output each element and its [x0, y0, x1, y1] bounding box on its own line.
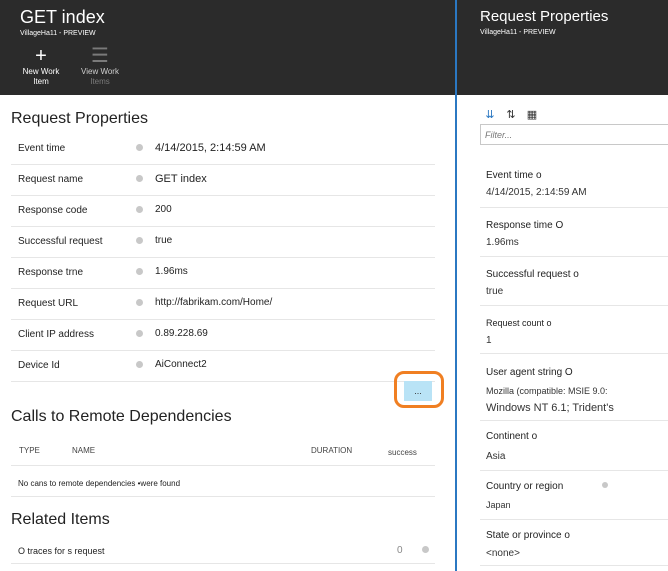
property-country: Country or region Japan	[480, 471, 668, 520]
property-key: Successful request o	[486, 269, 579, 280]
property-label: Device Id	[18, 360, 60, 371]
related-items-heading: Related Items	[11, 511, 110, 528]
property-value: 4/14/2015, 2:14:59 AM	[155, 142, 266, 154]
property-request-count: Request count o 1	[480, 306, 668, 354]
property-key: Request count o	[486, 318, 552, 328]
info-icon[interactable]	[136, 361, 143, 368]
info-icon[interactable]	[136, 237, 143, 244]
view-work-items-label: View Work	[81, 67, 119, 76]
blade-title: GET index	[20, 7, 105, 27]
property-value: 1.96ms	[486, 237, 519, 248]
property-key: Response time O	[486, 220, 564, 231]
property-key: Country or region	[486, 481, 564, 492]
property-value: http://fabrikam.com/Home/	[155, 297, 273, 308]
filter-input[interactable]: Filter...	[480, 124, 668, 145]
blade-title: Request Properties	[480, 8, 609, 25]
property-value: 1	[486, 335, 492, 346]
property-label: Client IP address	[18, 329, 94, 340]
related-count: 0	[397, 545, 403, 556]
property-row-response-time: Response trne 1.96ms	[11, 258, 435, 289]
property-row-device-id: Device Id AiConnect2	[11, 351, 435, 382]
property-value: Japan	[486, 500, 511, 510]
sort-icon[interactable]: ⇅	[504, 108, 518, 122]
property-key: Event time o	[486, 170, 542, 181]
property-row-client-ip: Client IP address 0.89.228.69	[11, 320, 435, 351]
info-icon[interactable]	[602, 482, 608, 488]
property-label: Request name	[18, 174, 84, 185]
info-icon[interactable]	[422, 546, 429, 553]
property-value: true	[155, 235, 173, 246]
property-user-agent: User agent string O Mozilla (compatible:…	[480, 354, 668, 421]
info-icon[interactable]	[136, 268, 143, 275]
property-key: User agent string O	[486, 367, 573, 378]
column-type[interactable]: TYPE	[19, 446, 40, 455]
info-icon[interactable]	[136, 330, 143, 337]
info-icon[interactable]	[136, 299, 143, 306]
new-work-item-label: New Work	[22, 67, 60, 76]
property-value: AiConnect2	[155, 359, 207, 370]
blade-header: GET index VillageHa11 - PREVIEW + New Wo…	[0, 0, 455, 95]
property-label: Event time	[18, 143, 66, 154]
column-success[interactable]: success	[388, 448, 417, 457]
property-value: 1.96ms	[155, 266, 188, 277]
property-value: 200	[155, 204, 172, 215]
property-row-event-time: Event time 4/14/2015, 2:14:59 AM	[11, 134, 435, 165]
view-work-items-label-2: Items	[90, 77, 110, 86]
property-value: GET index	[155, 173, 207, 185]
new-work-item-button[interactable]: + New Work Item	[16, 45, 66, 87]
column-duration[interactable]: DURATION	[311, 446, 352, 455]
info-icon[interactable]	[136, 206, 143, 213]
property-value: true	[486, 286, 504, 297]
property-key: State or province o	[486, 530, 570, 541]
dependencies-table-header: TYPE NAME DURATION success	[11, 440, 435, 466]
property-value-line2: Windows NT 6.1; Trident's	[486, 402, 614, 414]
property-label: Response trne	[18, 267, 84, 278]
info-icon[interactable]	[136, 175, 143, 182]
property-value: 0.89.228.69	[155, 328, 208, 339]
property-value: Mozilla (compatible: MSIE 9.0:	[486, 386, 608, 396]
property-value: Asia	[486, 451, 506, 462]
property-row-request-url: Request URL http://fabrikam.com/Home/	[11, 289, 435, 320]
blade-subtitle: VillageHa11 - PREVIEW	[480, 29, 556, 36]
property-label: Response code	[18, 205, 88, 216]
more-properties-button[interactable]: ...	[404, 381, 432, 401]
request-properties-blade: Request Properties VillageHa11 - PREVIEW…	[457, 0, 668, 571]
property-continent: Continent o Asia	[480, 421, 668, 471]
request-properties-heading: Request Properties	[11, 110, 148, 127]
related-label: O traces for s request	[18, 546, 105, 556]
property-response-time: Response time O 1.96ms	[480, 208, 668, 257]
column-name[interactable]: NAME	[72, 446, 95, 455]
new-work-item-label-2: Item	[33, 77, 49, 86]
request-blade: GET index VillageHa11 - PREVIEW + New Wo…	[0, 0, 455, 571]
dependencies-empty-row: No cans to remote dependencies •were fou…	[11, 468, 435, 497]
property-value: <none>	[486, 548, 520, 559]
property-state: State or province o <none>	[480, 520, 668, 566]
remote-dependencies-heading: Calls to Remote Dependencies	[11, 408, 232, 425]
property-value: 4/14/2015, 2:14:59 AM	[486, 187, 587, 198]
related-traces-row[interactable]: O traces for s request 0	[11, 538, 435, 564]
property-label: Request URL	[18, 298, 79, 309]
property-row-response-code: Response code 200	[11, 196, 435, 227]
property-key: Continent o	[486, 431, 538, 442]
plus-icon: +	[35, 45, 47, 67]
list-icon: ☰	[91, 45, 109, 67]
blade-subtitle: VillageHa11 - PREVIEW	[20, 30, 96, 37]
grid-icon[interactable]: ▦	[525, 108, 539, 122]
view-work-items-button[interactable]: ☰ View Work Items	[75, 45, 125, 87]
property-successful-request: Successful request o true	[480, 257, 668, 306]
property-row-successful-request: Successful request true	[11, 227, 435, 258]
blade-header: Request Properties VillageHa11 - PREVIEW	[457, 0, 668, 95]
property-event-time: Event time o 4/14/2015, 2:14:59 AM	[480, 160, 668, 208]
property-label: Successful request	[18, 236, 103, 247]
empty-message: No cans to remote dependencies •were fou…	[18, 479, 181, 488]
info-icon[interactable]	[136, 144, 143, 151]
expand-icon[interactable]: ⇊	[483, 108, 497, 122]
property-row-request-name: Request name GET index	[11, 165, 435, 196]
